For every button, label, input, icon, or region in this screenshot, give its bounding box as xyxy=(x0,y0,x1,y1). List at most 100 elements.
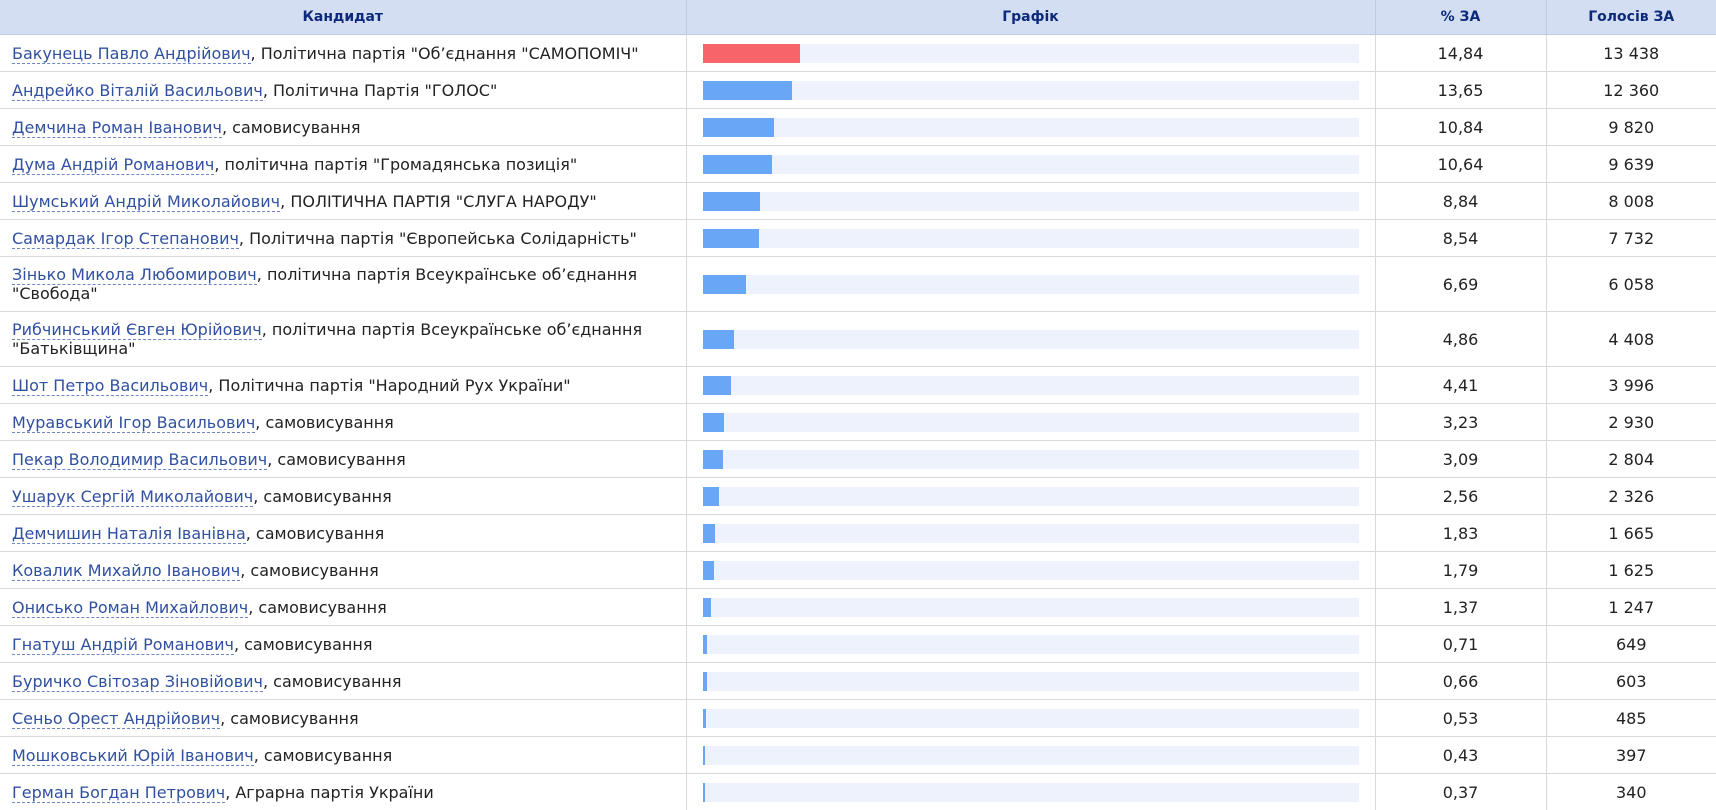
vote-bar xyxy=(703,450,723,469)
candidate-name-link[interactable]: Ковалик Михайло Іванович xyxy=(12,561,240,581)
candidate-name-link[interactable]: Рибчинський Євген Юрійович xyxy=(12,320,262,340)
vote-bar xyxy=(703,155,773,174)
table-row: Пекар Володимир Васильович, самовисуванн… xyxy=(0,441,1716,478)
chart-cell xyxy=(686,183,1375,220)
votes-cell: 9 639 xyxy=(1546,146,1716,183)
table-row: Шот Петро Васильович, Політична партія "… xyxy=(0,367,1716,404)
table-header-row: Кандидат Графік % ЗА Голосів ЗА xyxy=(0,0,1716,35)
percent-cell: 1,83 xyxy=(1375,515,1546,552)
candidate-affiliation: , самовисування xyxy=(220,709,359,728)
candidate-name-link[interactable]: Бакунець Павло Андрійович xyxy=(12,44,251,64)
candidate-name-link[interactable]: Дума Андрій Романович xyxy=(12,155,214,175)
candidate-cell: Демчина Роман Іванович, самовисування xyxy=(0,109,686,146)
candidate-name-link[interactable]: Андрейко Віталій Васильович xyxy=(12,81,263,101)
candidate-affiliation: , самовисування xyxy=(240,561,379,580)
candidate-name-link[interactable]: Ушарук Сергій Миколайович xyxy=(12,487,253,507)
percent-cell: 10,84 xyxy=(1375,109,1546,146)
candidate-name-link[interactable]: Буричко Світозар Зіновійович xyxy=(12,672,263,692)
votes-cell: 2 804 xyxy=(1546,441,1716,478)
vote-bar xyxy=(703,746,706,765)
candidate-name-link[interactable]: Пекар Володимир Васильович xyxy=(12,450,267,470)
votes-cell: 603 xyxy=(1546,663,1716,700)
chart-cell xyxy=(686,220,1375,257)
candidate-cell: Самардак Ігор Степанович, Політична парт… xyxy=(0,220,686,257)
percent-cell: 1,79 xyxy=(1375,552,1546,589)
percent-cell: 2,56 xyxy=(1375,478,1546,515)
chart-cell xyxy=(686,35,1375,72)
vote-bar-track xyxy=(703,192,1359,211)
percent-cell: 0,66 xyxy=(1375,663,1546,700)
vote-bar-track xyxy=(703,709,1359,728)
votes-cell: 1 625 xyxy=(1546,552,1716,589)
vote-bar-track xyxy=(703,450,1359,469)
column-header-candidate[interactable]: Кандидат xyxy=(0,0,686,35)
vote-bar xyxy=(703,598,712,617)
vote-bar-track xyxy=(703,561,1359,580)
candidate-affiliation: , самовисування xyxy=(263,672,402,691)
candidate-affiliation: , Політична партія "Європейська Солідарн… xyxy=(239,229,637,248)
candidate-name-link[interactable]: Шот Петро Васильович xyxy=(12,376,208,396)
candidate-name-link[interactable]: Мошковський Юрій Іванович xyxy=(12,746,254,766)
table-row: Онисько Роман Михайлович, самовисування 1… xyxy=(0,589,1716,626)
table-row: Сеньо Орест Андрійович, самовисування0,5… xyxy=(0,700,1716,737)
candidate-affiliation: , ПОЛІТИЧНА ПАРТІЯ "СЛУГА НАРОДУ" xyxy=(280,192,597,211)
candidate-name-link[interactable]: Демчишин Наталія Іванівна xyxy=(12,524,246,544)
table-row: Буричко Світозар Зіновійович, самовисува… xyxy=(0,663,1716,700)
candidate-cell: Ковалик Михайло Іванович, самовисування xyxy=(0,552,686,589)
candidate-affiliation: , самовисування xyxy=(248,598,387,617)
vote-bar xyxy=(703,275,747,294)
candidate-name-link[interactable]: Муравський Ігор Васильович xyxy=(12,413,255,433)
votes-cell: 485 xyxy=(1546,700,1716,737)
candidate-affiliation: , Політична партія "Об’єднання "САМОПОМІ… xyxy=(251,44,639,63)
column-header-votes[interactable]: Голосів ЗА xyxy=(1546,0,1716,35)
results-table: Кандидат Графік % ЗА Голосів ЗА Бакунець… xyxy=(0,0,1716,810)
votes-cell: 1 665 xyxy=(1546,515,1716,552)
table-row: Самардак Ігор Степанович, Політична парт… xyxy=(0,220,1716,257)
vote-bar xyxy=(703,44,800,63)
vote-bar xyxy=(703,709,706,728)
candidate-name-link[interactable]: Сеньо Орест Андрійович xyxy=(12,709,220,729)
vote-bar-track xyxy=(703,155,1359,174)
votes-cell: 2 326 xyxy=(1546,478,1716,515)
chart-cell xyxy=(686,515,1375,552)
vote-bar xyxy=(703,81,793,100)
candidate-name-link[interactable]: Самардак Ігор Степанович xyxy=(12,229,239,249)
candidate-cell: Демчишин Наталія Іванівна, самовисування xyxy=(0,515,686,552)
chart-cell xyxy=(686,700,1375,737)
vote-bar xyxy=(703,330,735,349)
votes-cell: 2 930 xyxy=(1546,404,1716,441)
candidate-name-link[interactable]: Гнатуш Андрій Романович xyxy=(12,635,234,655)
percent-cell: 6,69 xyxy=(1375,257,1546,312)
vote-bar xyxy=(703,783,705,802)
vote-bar-track xyxy=(703,746,1359,765)
candidate-name-link[interactable]: Онисько Роман Михайлович xyxy=(12,598,248,618)
percent-cell: 14,84 xyxy=(1375,35,1546,72)
votes-cell: 1 247 xyxy=(1546,589,1716,626)
column-header-percent[interactable]: % ЗА xyxy=(1375,0,1546,35)
percent-cell: 4,41 xyxy=(1375,367,1546,404)
table-row: Зінько Микола Любомирович, політична пар… xyxy=(0,257,1716,312)
votes-cell: 12 360 xyxy=(1546,72,1716,109)
column-header-chart[interactable]: Графік xyxy=(686,0,1375,35)
votes-cell: 9 820 xyxy=(1546,109,1716,146)
percent-cell: 3,23 xyxy=(1375,404,1546,441)
percent-cell: 0,43 xyxy=(1375,737,1546,774)
votes-cell: 7 732 xyxy=(1546,220,1716,257)
chart-cell xyxy=(686,589,1375,626)
percent-cell: 4,86 xyxy=(1375,312,1546,367)
vote-bar-track xyxy=(703,524,1359,543)
candidate-affiliation: , Аграрна партія України xyxy=(225,783,434,802)
candidate-name-link[interactable]: Демчина Роман Іванович xyxy=(12,118,222,138)
votes-cell: 13 438 xyxy=(1546,35,1716,72)
votes-cell: 8 008 xyxy=(1546,183,1716,220)
candidate-affiliation: , самовисування xyxy=(234,635,373,654)
candidate-cell: Шумський Андрій Миколайович, ПОЛІТИЧНА П… xyxy=(0,183,686,220)
candidate-name-link[interactable]: Герман Богдан Петрович xyxy=(12,783,225,803)
vote-bar-track xyxy=(703,275,1359,294)
candidate-name-link[interactable]: Шумський Андрій Миколайович xyxy=(12,192,280,212)
chart-cell xyxy=(686,626,1375,663)
candidate-name-link[interactable]: Зінько Микола Любомирович xyxy=(12,265,257,285)
percent-cell: 8,84 xyxy=(1375,183,1546,220)
chart-cell xyxy=(686,312,1375,367)
table-row: Демчина Роман Іванович, самовисування 10,… xyxy=(0,109,1716,146)
